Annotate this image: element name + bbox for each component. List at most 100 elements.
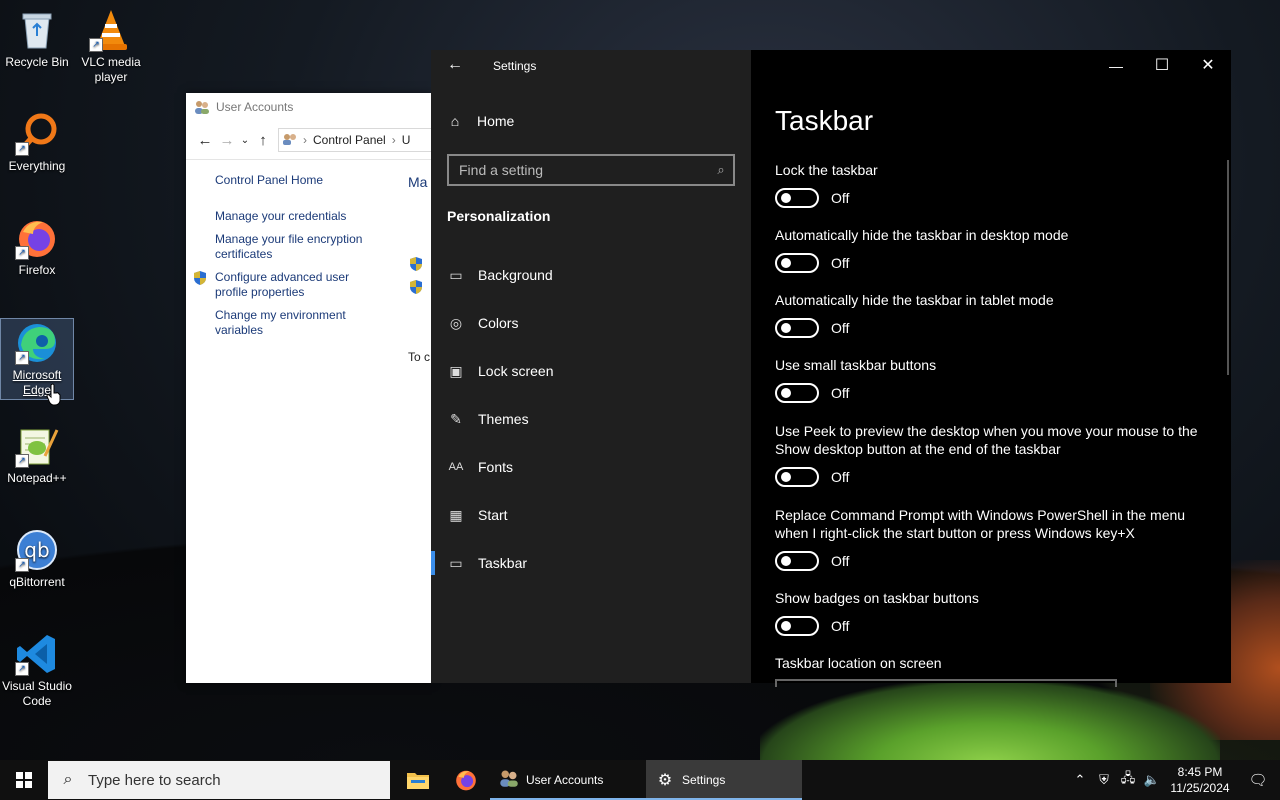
back-arrow-icon[interactable]: ← bbox=[447, 56, 463, 74]
setting-powershell: Replace Command Prompt with Windows Powe… bbox=[775, 506, 1215, 571]
notepad-plus-plus-icon: ↗ bbox=[15, 424, 59, 468]
taskbar: ⌕ Type here to search User Accounts ⚙ Se… bbox=[0, 760, 1280, 800]
shield-icon bbox=[410, 257, 422, 271]
network-icon[interactable]: 🖧 bbox=[1116, 769, 1140, 791]
toggle-switch[interactable] bbox=[775, 188, 819, 208]
toggle-switch[interactable] bbox=[775, 551, 819, 571]
nav-item-themes[interactable]: ✎ Themes bbox=[431, 399, 751, 439]
nav-item-colors[interactable]: ◎ Colors bbox=[431, 303, 751, 343]
breadcrumb-user-accounts[interactable]: U bbox=[402, 133, 411, 147]
desktop-icon-label: Notepad++ bbox=[7, 471, 67, 485]
gear-icon: ⚙ bbox=[657, 772, 673, 789]
hand-cursor-icon bbox=[46, 383, 61, 406]
nav-label: Colors bbox=[478, 315, 519, 331]
advanced-profile-link[interactable]: Configure advanced user profile properti… bbox=[215, 270, 375, 300]
setting-lock-taskbar: Lock the taskbar Off bbox=[775, 161, 1215, 208]
settings-window[interactable]: ← Settings — ☐ ✕ ⌂ Home ⌕ Personalizatio… bbox=[431, 50, 1231, 687]
desktop-icon-everything[interactable]: ↗ Everything bbox=[1, 112, 73, 174]
search-icon: ⌕ bbox=[63, 771, 73, 788]
font-icon: AA bbox=[448, 461, 464, 473]
manage-credentials-link[interactable]: Manage your credentials bbox=[215, 209, 375, 224]
vscode-icon: ↗ bbox=[15, 632, 59, 676]
picture-icon: ▭ bbox=[449, 266, 463, 283]
toggle-switch[interactable] bbox=[775, 253, 819, 273]
control-panel-icon bbox=[283, 133, 297, 148]
taskbar-app-settings[interactable]: ⚙ Settings bbox=[646, 760, 802, 800]
toggle-state: Off bbox=[831, 320, 850, 336]
settings-home-link[interactable]: ⌂ Home bbox=[447, 113, 515, 129]
nav-label: Themes bbox=[478, 411, 529, 427]
nav-item-fonts[interactable]: AA Fonts bbox=[431, 447, 751, 487]
nav-item-lock-screen[interactable]: ▣ Lock screen bbox=[431, 351, 751, 391]
nav-item-background[interactable]: ▭ Background bbox=[431, 255, 751, 295]
users-icon bbox=[194, 100, 210, 114]
nav-label: Background bbox=[478, 267, 553, 283]
nav-item-start[interactable]: ▦ Start bbox=[431, 495, 751, 535]
category-title: Personalization bbox=[447, 208, 551, 224]
page-title: Taskbar bbox=[775, 105, 874, 136]
user-accounts-body: Control Panel Home Manage your credentia… bbox=[186, 160, 432, 683]
forward-arrow-icon[interactable]: → bbox=[216, 132, 238, 149]
shield-icon bbox=[194, 271, 206, 285]
taskbar-location-dropdown[interactable] bbox=[775, 679, 1117, 687]
taskbar-icon: ▭ bbox=[449, 554, 463, 571]
toggle-switch[interactable] bbox=[775, 318, 819, 338]
shortcut-arrow-icon: ↗ bbox=[15, 351, 29, 365]
desktop-icon-qbittorrent[interactable]: qb ↗ qBittorrent bbox=[1, 528, 73, 590]
setting-label: Automatically hide the taskbar in tablet… bbox=[775, 292, 1054, 308]
setting-peek: Use Peek to preview the desktop when you… bbox=[775, 422, 1215, 487]
find-setting-input[interactable] bbox=[449, 161, 709, 179]
toggle-switch[interactable] bbox=[775, 467, 819, 487]
user-accounts-window[interactable]: User Accounts ← → ⌄ ↑ › Control Panel › … bbox=[186, 93, 432, 683]
desktop-icon-recycle-bin[interactable]: Recycle Bin bbox=[1, 8, 73, 70]
setting-location: Taskbar location on screen bbox=[775, 654, 1215, 672]
taskbar-app-label: User Accounts bbox=[526, 773, 604, 787]
shortcut-arrow-icon: ↗ bbox=[15, 142, 29, 156]
notification-icon[interactable]: 🗨 bbox=[1236, 771, 1280, 789]
start-button[interactable] bbox=[0, 760, 48, 800]
up-arrow-icon[interactable]: ↑ bbox=[252, 132, 274, 149]
manage-encryption-link[interactable]: Manage your file encryption certificates bbox=[215, 232, 375, 262]
desktop-icon-label: Everything bbox=[8, 159, 66, 173]
content-scrollbar[interactable] bbox=[1227, 160, 1229, 375]
desktop-icon-vscode[interactable]: ↗ Visual Studio Code bbox=[1, 632, 73, 709]
desktop-icon-vlc[interactable]: ↗ VLC media player bbox=[75, 8, 147, 85]
nav-label: Fonts bbox=[478, 459, 514, 475]
clock-time: 8:45 PM bbox=[1177, 765, 1223, 779]
setting-label: Replace Command Prompt with Windows Powe… bbox=[775, 507, 1186, 541]
toggle-switch[interactable] bbox=[775, 383, 819, 403]
edge-icon: ↗ bbox=[15, 321, 59, 365]
taskbar-search-box[interactable]: ⌕ Type here to search bbox=[48, 761, 390, 799]
environment-variables-link[interactable]: Change my environment variables bbox=[215, 308, 375, 338]
taskbar-app-label: Settings bbox=[682, 773, 726, 787]
chevron-up-icon[interactable]: ⌃ bbox=[1068, 772, 1092, 788]
desktop-icon-notepad-plus-plus[interactable]: ↗ Notepad++ bbox=[1, 424, 73, 486]
control-panel-home-link[interactable]: Control Panel Home bbox=[215, 173, 375, 188]
user-accounts-title: User Accounts bbox=[216, 100, 294, 114]
breadcrumb-control-panel[interactable]: Control Panel bbox=[313, 133, 386, 147]
security-center-icon[interactable]: ⛨ bbox=[1092, 772, 1116, 788]
back-arrow-icon[interactable]: ← bbox=[194, 132, 216, 149]
firefox-taskbar-button[interactable] bbox=[442, 760, 490, 800]
file-explorer-button[interactable] bbox=[394, 760, 442, 800]
desktop-icon-firefox[interactable]: ↗ Firefox bbox=[1, 216, 73, 278]
home-icon: ⌂ bbox=[450, 113, 460, 129]
palette-icon: ◎ bbox=[449, 314, 463, 331]
user-accounts-titlebar[interactable]: User Accounts bbox=[186, 93, 432, 121]
chevron-down-icon[interactable]: ⌄ bbox=[238, 135, 252, 146]
address-bar[interactable]: › Control Panel › U bbox=[278, 128, 432, 152]
user-accounts-heading: Ma bbox=[408, 174, 428, 190]
firefox-icon bbox=[456, 770, 476, 791]
toggle-switch[interactable] bbox=[775, 616, 819, 636]
lock-screen-icon: ▣ bbox=[449, 362, 463, 379]
vlc-cone-icon: ↗ bbox=[89, 8, 133, 52]
nav-item-taskbar[interactable]: ▭ Taskbar bbox=[431, 543, 751, 583]
find-setting-box[interactable]: ⌕ bbox=[447, 154, 735, 186]
taskbar-app-user-accounts[interactable]: User Accounts bbox=[490, 760, 646, 800]
setting-small-buttons: Use small taskbar buttons Off bbox=[775, 356, 1215, 403]
volume-muted-icon[interactable]: 🔈 bbox=[1140, 772, 1164, 788]
breadcrumb-separator-icon: › bbox=[303, 133, 307, 147]
desktop-icon-microsoft-edge[interactable]: ↗ Microsoft Edge bbox=[0, 318, 74, 400]
clock[interactable]: 8:45 PM 11/25/2024 bbox=[1164, 764, 1236, 796]
desktop-icon-label: Visual Studio Code bbox=[2, 679, 72, 708]
